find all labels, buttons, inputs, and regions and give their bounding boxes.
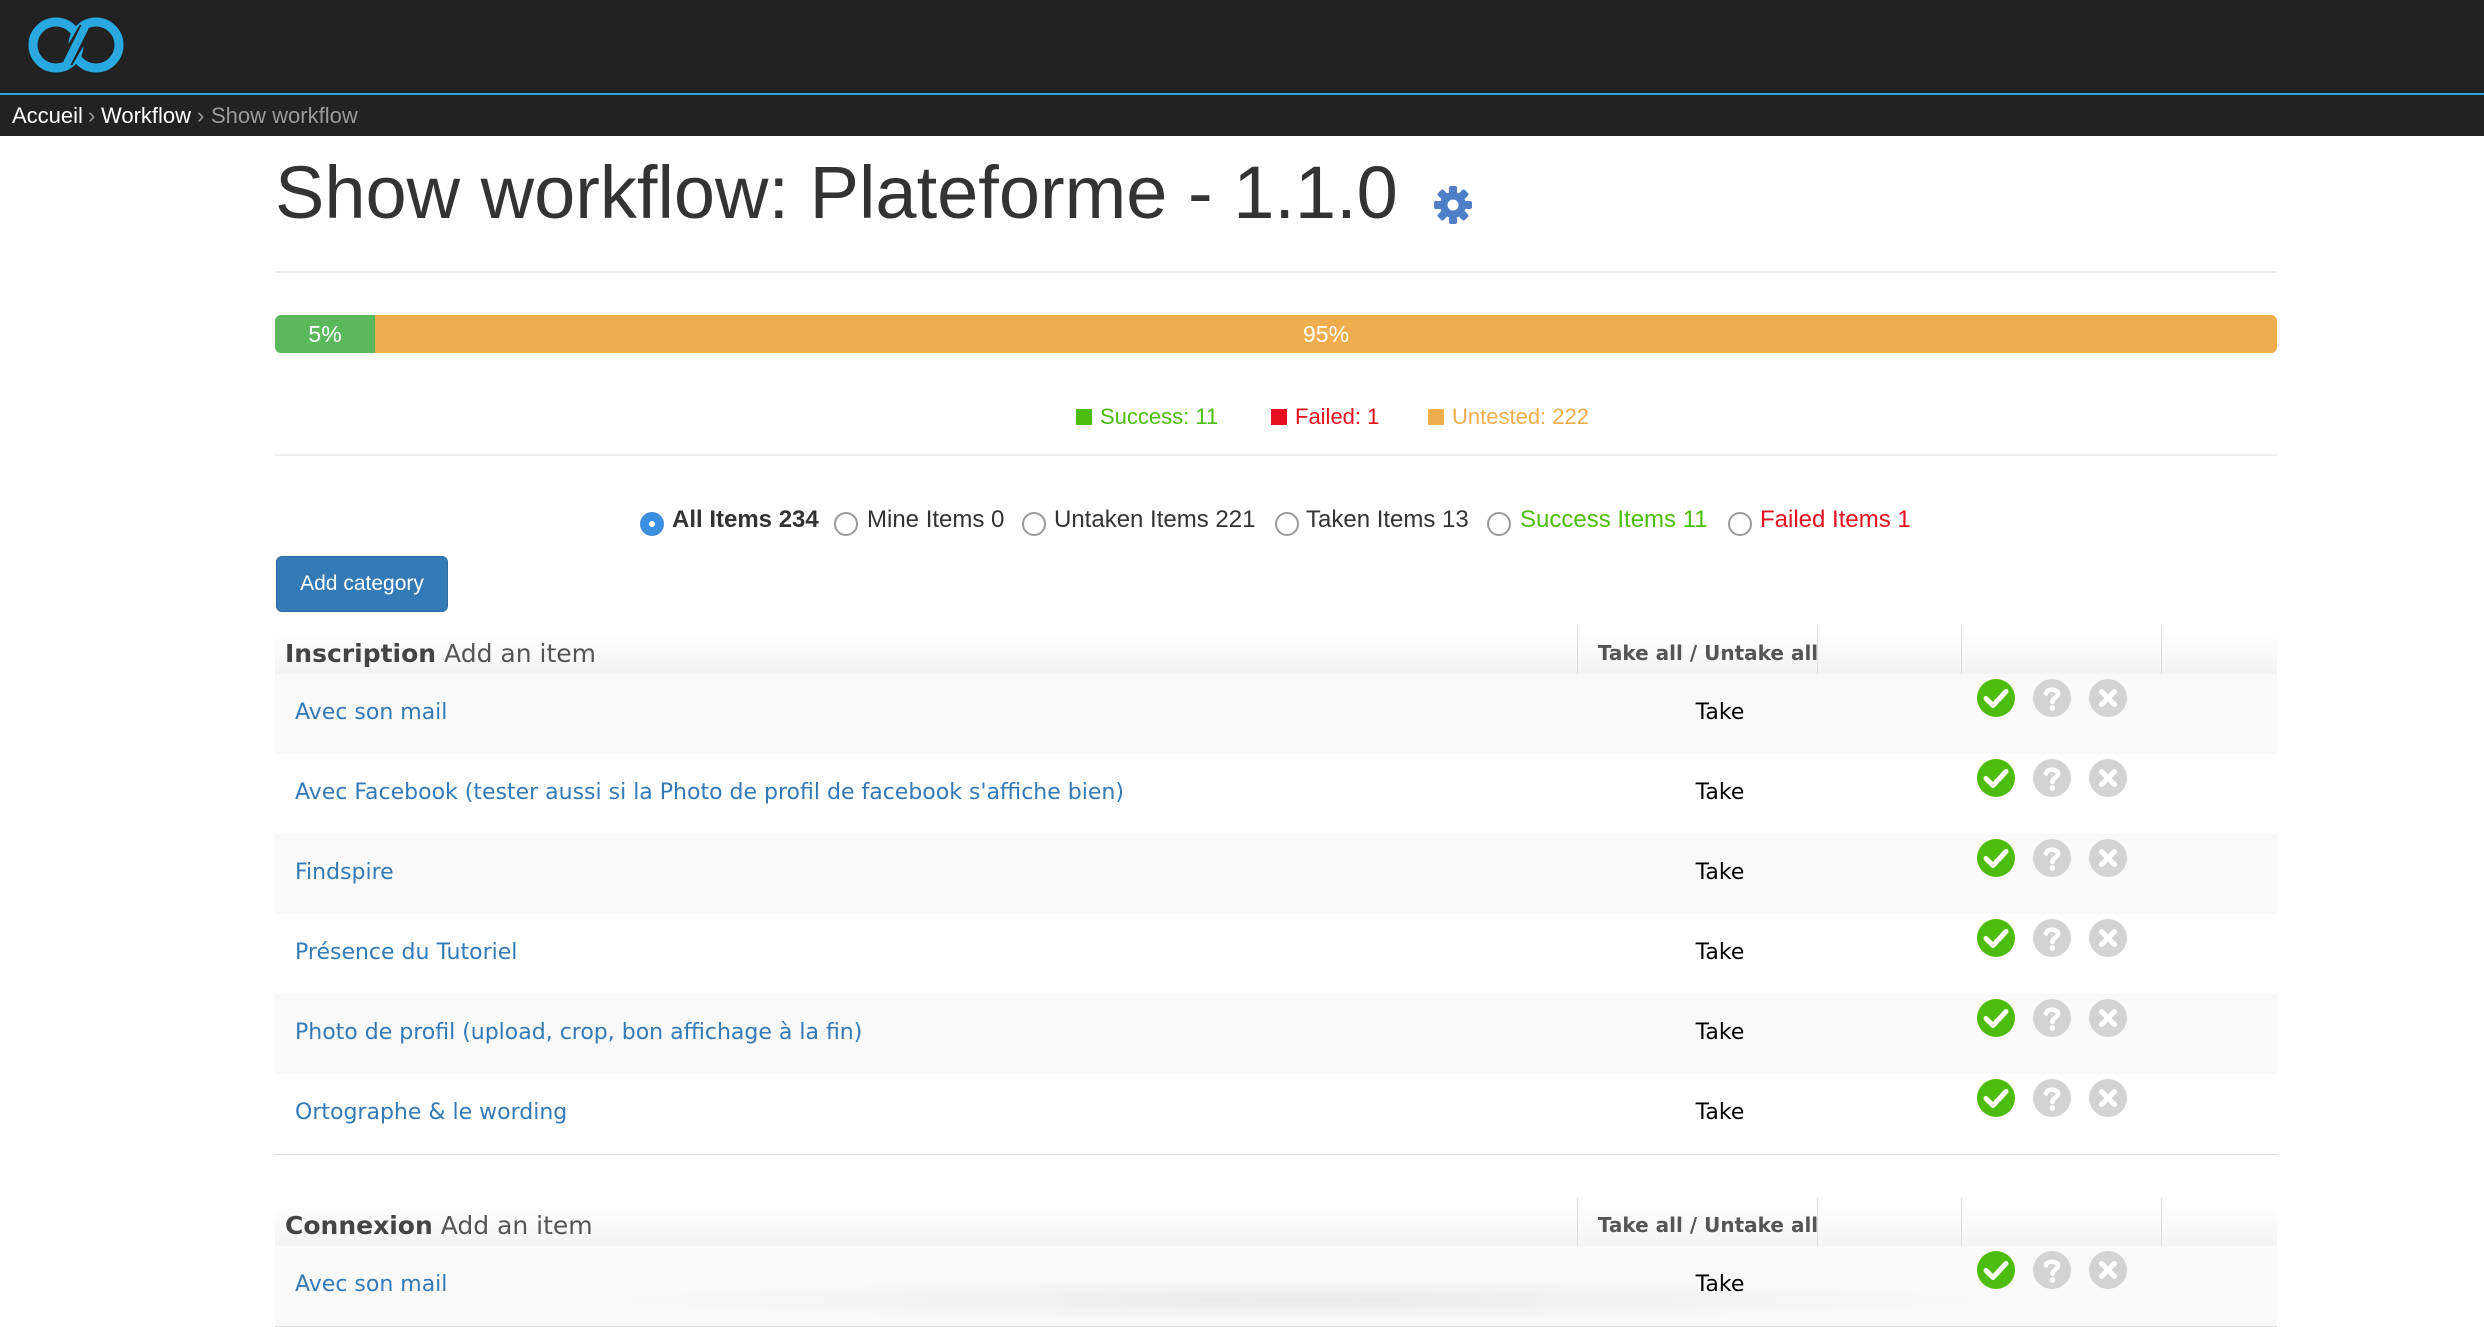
column-divider — [2161, 626, 2162, 674]
column-divider — [1817, 1198, 1818, 1246]
filter-untaken-label[interactable]: Untaken Items 221 — [1054, 502, 1255, 538]
item-link[interactable]: Ortographe & le wording — [295, 1098, 567, 1128]
infinity-logo-icon[interactable] — [22, 8, 130, 74]
category-title: Inscription Add an item — [285, 638, 596, 670]
take-link[interactable]: Take — [1655, 778, 1785, 808]
column-divider — [1577, 626, 1578, 674]
filter-failed-label[interactable]: Failed Items 1 — [1760, 502, 1911, 538]
breadcrumb-current: Show workflow — [211, 103, 358, 128]
breadcrumb-separator: › — [197, 103, 205, 128]
filter-untaken-radio[interactable] — [1022, 512, 1046, 536]
question-circle-icon[interactable] — [2032, 678, 2072, 718]
take-link[interactable]: Take — [1655, 938, 1785, 968]
legend-failed-swatch — [1271, 409, 1287, 425]
bottom-shadow — [600, 1280, 2000, 1320]
times-circle-icon[interactable] — [2088, 678, 2128, 718]
top-navbar — [0, 0, 2484, 95]
page-title: Show workflow: Plateforme - 1.1.0 — [275, 151, 1398, 234]
add-item-link[interactable]: Add an item — [441, 1211, 593, 1240]
workflow-progress-bar: 5% 95% — [275, 315, 2277, 353]
category-header-inscription: Inscription Add an item Take all / Untak… — [275, 626, 2277, 676]
filter-all-label[interactable]: All Items 234 — [672, 502, 819, 538]
legend-untested: Untested: 222 — [1428, 404, 1589, 430]
take-all-untake-all[interactable]: Take all / Untake all — [1588, 1211, 1828, 1239]
times-circle-icon[interactable] — [2088, 838, 2128, 878]
category-name: Inscription — [285, 639, 437, 668]
question-circle-icon[interactable] — [2032, 758, 2072, 798]
item-link[interactable]: Présence du Tutoriel — [295, 938, 517, 968]
legend-success-label: Success: 11 — [1100, 404, 1219, 429]
filter-success-radio[interactable] — [1487, 512, 1511, 536]
column-divider — [1817, 626, 1818, 674]
table-row: Présence du Tutoriel Take — [275, 914, 2277, 995]
legend-untested-label: Untested: 222 — [1452, 404, 1589, 429]
legend-failed: Failed: 1 — [1271, 404, 1379, 430]
legend-failed-label: Failed: 1 — [1295, 404, 1380, 429]
legend-success: Success: 11 — [1076, 404, 1218, 430]
category-name: Connexion — [285, 1211, 433, 1240]
table-row: Avec son mail Take — [275, 674, 2277, 755]
check-circle-icon[interactable] — [1976, 918, 2016, 958]
filter-taken-radio[interactable] — [1275, 512, 1299, 536]
table-row: Avec Facebook (tester aussi si la Photo … — [275, 754, 2277, 835]
times-circle-icon[interactable] — [2088, 1078, 2128, 1118]
column-divider — [1961, 626, 1962, 674]
item-filters: All Items 234 Mine Items 0 Untaken Items… — [0, 502, 2484, 538]
check-circle-icon[interactable] — [1976, 678, 2016, 718]
item-link[interactable]: Avec son mail — [295, 698, 447, 728]
progress-success-segment: 5% — [275, 315, 376, 353]
take-link[interactable]: Take — [1655, 698, 1785, 728]
times-circle-icon[interactable] — [2088, 758, 2128, 798]
table-row: Ortographe & le wording Take — [275, 1074, 2277, 1155]
add-item-link[interactable]: Add an item — [444, 639, 596, 668]
times-circle-icon[interactable] — [2088, 998, 2128, 1038]
item-link[interactable]: Avec Facebook (tester aussi si la Photo … — [295, 778, 1124, 808]
take-link[interactable]: Take — [1655, 1018, 1785, 1048]
breadcrumb-workflow-link[interactable]: Workflow — [101, 95, 191, 136]
times-circle-icon[interactable] — [2088, 1250, 2128, 1290]
take-link[interactable]: Take — [1655, 1098, 1785, 1128]
item-link[interactable]: Photo de profil (upload, crop, bon affic… — [295, 1018, 862, 1048]
times-circle-icon[interactable] — [2088, 918, 2128, 958]
filter-mine-label[interactable]: Mine Items 0 — [867, 502, 1004, 538]
breadcrumb-home-link[interactable]: Accueil — [12, 95, 83, 136]
divider — [275, 271, 2277, 273]
column-divider — [2161, 1198, 2162, 1246]
legend-success-swatch — [1076, 409, 1092, 425]
gear-icon[interactable] — [1432, 184, 1474, 226]
breadcrumb: Accueil › Workflow › Show workflow — [0, 95, 2484, 136]
column-divider — [1961, 1198, 1962, 1246]
check-circle-icon[interactable] — [1976, 998, 2016, 1038]
table-row: Photo de profil (upload, crop, bon affic… — [275, 994, 2277, 1075]
category-header-connexion: Connexion Add an item Take all / Untake … — [275, 1198, 2277, 1248]
check-circle-icon[interactable] — [1976, 1078, 2016, 1118]
divider — [275, 454, 2277, 456]
question-circle-icon[interactable] — [2032, 1250, 2072, 1290]
question-circle-icon[interactable] — [2032, 1078, 2072, 1118]
filter-all-radio[interactable] — [640, 512, 664, 536]
filter-taken-label[interactable]: Taken Items 13 — [1306, 502, 1469, 538]
table-row: Findspire Take — [275, 834, 2277, 915]
breadcrumb-separator: › — [88, 103, 96, 128]
category-title: Connexion Add an item — [285, 1210, 593, 1242]
take-all-untake-all[interactable]: Take all / Untake all — [1588, 639, 1828, 667]
column-divider — [1577, 1198, 1578, 1246]
progress-untested-segment: 95% — [375, 315, 2277, 353]
item-link[interactable]: Findspire — [295, 858, 394, 888]
take-link[interactable]: Take — [1655, 858, 1785, 888]
question-circle-icon[interactable] — [2032, 998, 2072, 1038]
check-circle-icon[interactable] — [1976, 758, 2016, 798]
legend-untested-swatch — [1428, 409, 1444, 425]
filter-mine-radio[interactable] — [834, 512, 858, 536]
add-category-button[interactable]: Add category — [276, 556, 448, 612]
filter-success-label[interactable]: Success Items 11 — [1520, 502, 1708, 538]
question-circle-icon[interactable] — [2032, 918, 2072, 958]
question-circle-icon[interactable] — [2032, 838, 2072, 878]
filter-failed-radio[interactable] — [1728, 512, 1752, 536]
item-link[interactable]: Avec son mail — [295, 1270, 447, 1300]
check-circle-icon[interactable] — [1976, 838, 2016, 878]
